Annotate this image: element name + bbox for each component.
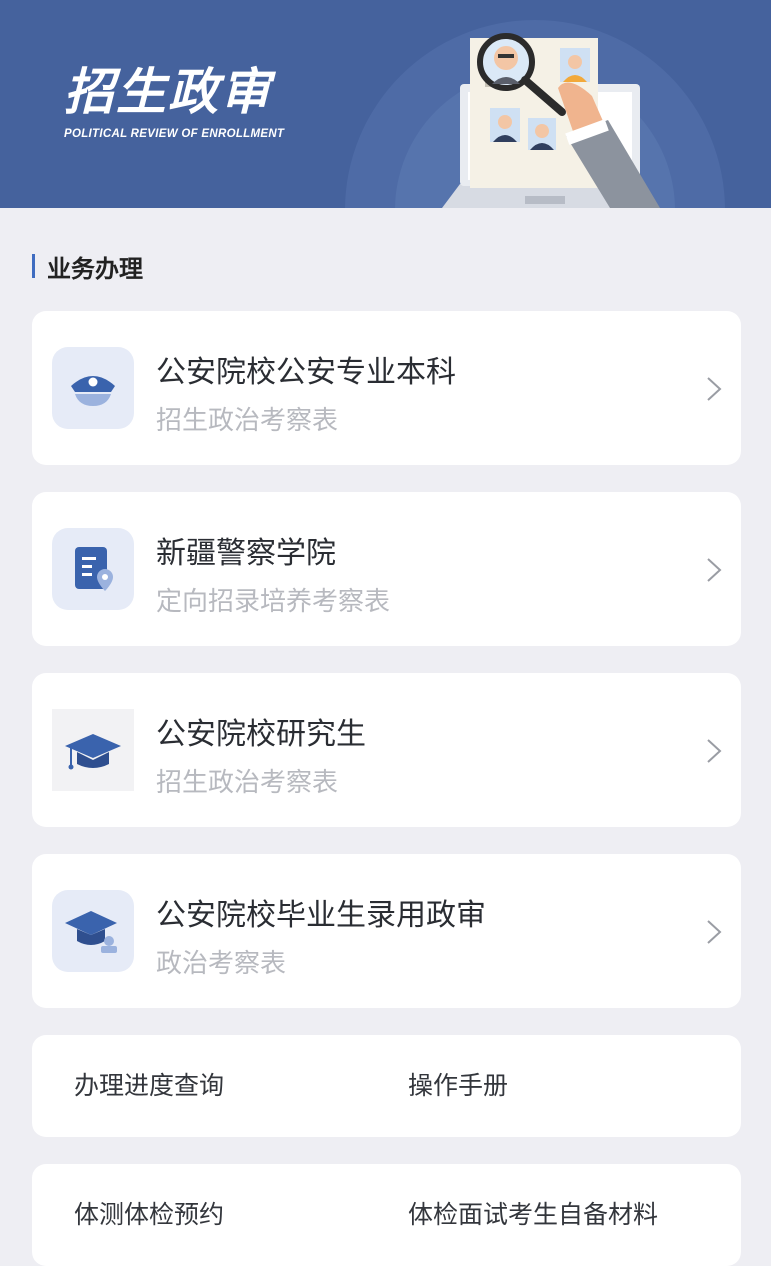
banner-title: 招生政审	[64, 63, 272, 121]
service-title: 公安院校研究生	[156, 717, 366, 752]
chevron-right-icon	[707, 377, 722, 401]
operation-manual-link[interactable]: 操作手册	[408, 1067, 508, 1105]
progress-query-link[interactable]: 办理进度查询	[74, 1067, 224, 1105]
graduation-cap-icon	[52, 709, 134, 791]
graduate-stamp-icon	[52, 890, 134, 972]
chevron-right-icon	[707, 920, 722, 944]
service-title: 公安院校毕业生录用政审	[156, 898, 486, 933]
chevron-right-icon	[707, 558, 722, 582]
service-subtitle: 定向招录培养考察表	[156, 587, 391, 617]
police-cap-icon	[52, 347, 134, 429]
section-header: 业务办理	[32, 250, 143, 283]
service-card-xinjiang-police[interactable]: 新疆警察学院 定向招录培养考察表	[32, 492, 741, 646]
physical-test-booking-link[interactable]: 体测体检预约	[74, 1196, 224, 1234]
service-subtitle: 招生政治考察表	[156, 768, 339, 798]
service-subtitle: 招生政治考察表	[156, 406, 339, 436]
header-banner: 招生政审 POLITICAL REVIEW OF ENROLLMENT	[0, 0, 771, 208]
service-card-graduate-hiring[interactable]: 公安院校毕业生录用政审 政治考察表	[32, 854, 741, 1008]
service-subtitle: 政治考察表	[156, 949, 287, 979]
quick-links-row: 办理进度查询 操作手册	[32, 1035, 741, 1137]
quick-links-row: 体测体检预约 体检面试考生自备材料	[32, 1164, 741, 1266]
location-document-icon	[52, 528, 134, 610]
review-illustration-icon	[345, 20, 725, 208]
service-title: 新疆警察学院	[156, 536, 336, 571]
chevron-right-icon	[707, 739, 722, 763]
exam-materials-link[interactable]: 体检面试考生自备材料	[408, 1196, 658, 1234]
section-accent-bar	[32, 254, 35, 278]
service-card-graduate-student[interactable]: 公安院校研究生 招生政治考察表	[32, 673, 741, 827]
banner-subtitle: POLITICAL REVIEW OF ENROLLMENT	[64, 128, 285, 140]
service-title: 公安院校公安专业本科	[156, 355, 456, 390]
service-card-police-undergrad[interactable]: 公安院校公安专业本科 招生政治考察表	[32, 311, 741, 465]
section-title: 业务办理	[47, 254, 143, 283]
